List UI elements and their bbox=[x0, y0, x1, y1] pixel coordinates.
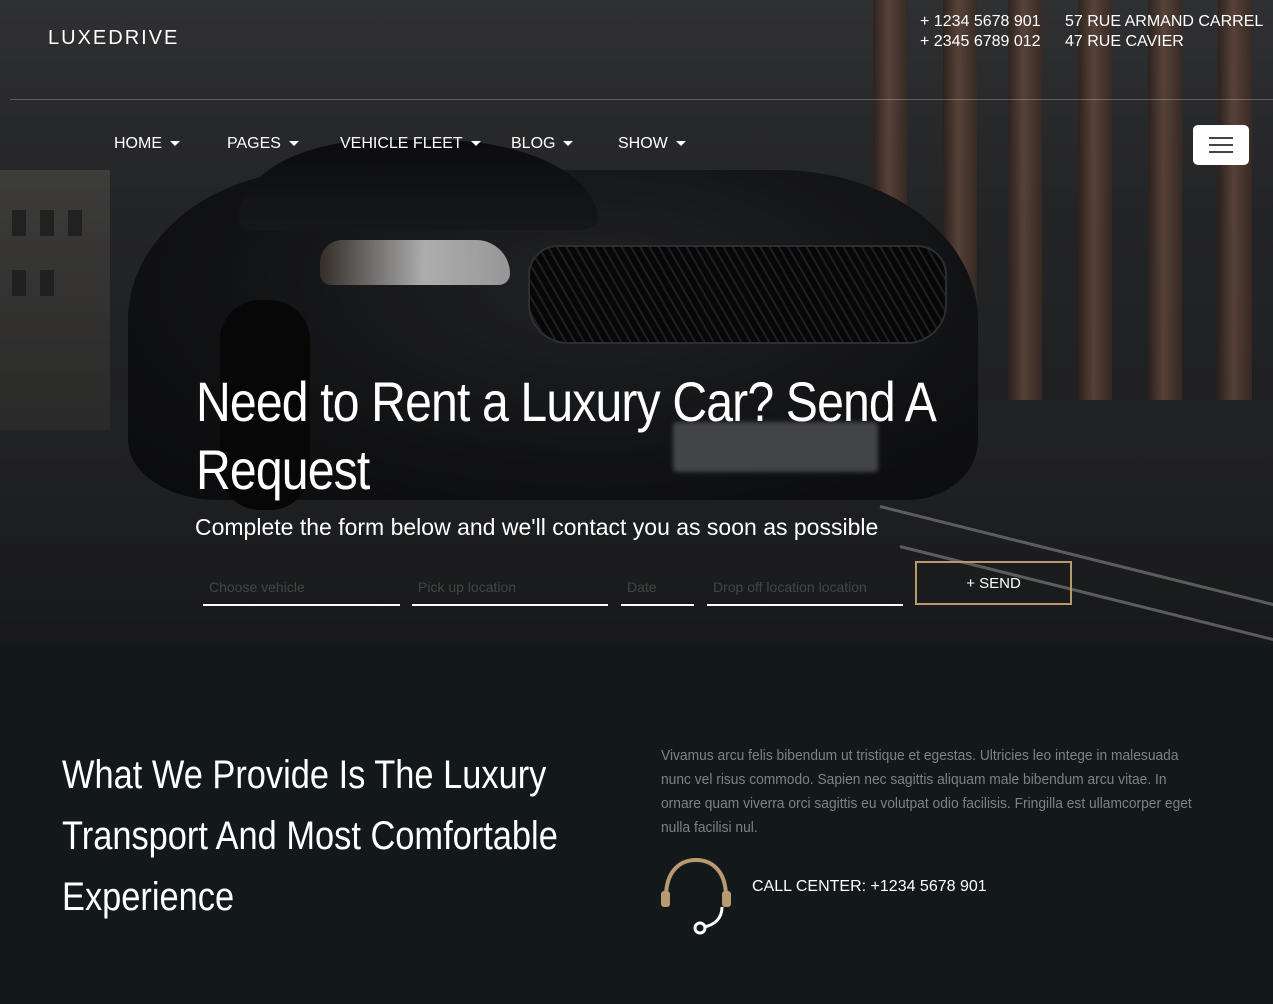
caret-down-icon bbox=[470, 141, 481, 147]
date-field[interactable] bbox=[621, 570, 694, 606]
send-button[interactable]: + SEND bbox=[915, 561, 1072, 605]
header-divider bbox=[10, 99, 1273, 100]
nav-item-label: SHOW bbox=[618, 135, 668, 152]
header-phones: + 1234 5678 901 + 2345 6789 012 bbox=[920, 12, 1060, 52]
about-text: Vivamus arcu felis bibendum ut tristique… bbox=[661, 747, 1192, 836]
caret-down-icon bbox=[288, 141, 299, 147]
call-center-text: CALL CENTER: +1234 5678 901 bbox=[752, 878, 987, 895]
caret-down-icon bbox=[170, 141, 180, 147]
about-title: What We Provide Is The Luxury Transport … bbox=[62, 753, 558, 919]
brand-logo[interactable]: LUXEDRIVE bbox=[48, 27, 179, 50]
header-address: 47 RUE CAVIER bbox=[1065, 33, 1184, 50]
hero-title: Need to Rent a Luxury Car? Send A Reques… bbox=[196, 370, 934, 501]
vehicle-field[interactable] bbox=[203, 570, 400, 606]
header-addresses: 57 RUE ARMAND CARREL 47 RUE CAVIER bbox=[1065, 12, 1273, 52]
nav-item-label: PAGES bbox=[227, 135, 281, 152]
pickup-location-field[interactable] bbox=[412, 570, 608, 606]
hero-section: LUXEDRIVE + 1234 5678 901 + 2345 6789 01… bbox=[0, 0, 1273, 645]
nav-item-pages[interactable]: PAGES bbox=[227, 135, 299, 153]
about-section: What We Provide Is The Luxury Transport … bbox=[0, 645, 1273, 1004]
nav-item-blog[interactable]: BLOG bbox=[511, 135, 574, 153]
header-phone: + 2345 6789 012 bbox=[920, 33, 1041, 50]
nav-item-label: HOME bbox=[114, 135, 162, 152]
dropoff-location-field[interactable] bbox=[707, 570, 903, 606]
hamburger-icon bbox=[1209, 137, 1233, 139]
nav-item-label: VEHICLE FLEET bbox=[340, 135, 463, 152]
headset-icon bbox=[661, 857, 731, 935]
hero-subtitle: Complete the form below and we'll contac… bbox=[195, 514, 879, 540]
nav-item-show[interactable]: SHOW bbox=[618, 135, 686, 153]
header-phone: + 1234 5678 901 bbox=[920, 13, 1041, 30]
nav-item-home[interactable]: HOME bbox=[114, 135, 180, 153]
caret-down-icon bbox=[563, 141, 574, 147]
caret-down-icon bbox=[675, 141, 686, 147]
menu-toggle-button[interactable] bbox=[1193, 125, 1249, 165]
header-address: 57 RUE ARMAND CARREL bbox=[1065, 13, 1264, 30]
nav-item-label: BLOG bbox=[511, 135, 556, 152]
nav-item-vehicle-fleet[interactable]: VEHICLE FLEET bbox=[340, 135, 481, 153]
